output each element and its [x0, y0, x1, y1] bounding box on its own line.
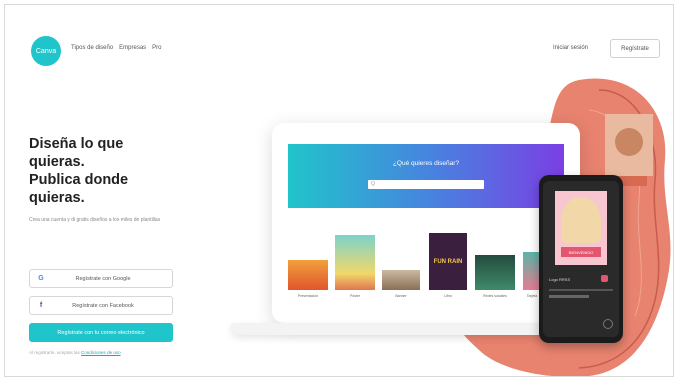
thumb-social[interactable]	[475, 255, 515, 290]
nav-item-pro[interactable]: Pro	[152, 45, 161, 51]
google-signup-label: Regístrate con Google	[75, 275, 131, 282]
thumb-book[interactable]: FUN RAIN	[429, 233, 467, 290]
phone-card: BIENVENIDO	[555, 191, 607, 265]
terms-text: Al registrarte, aceptas las Condiciones …	[29, 350, 121, 355]
headline-line-1: Diseña lo que	[29, 136, 124, 152]
hero-headline: Diseña lo que quieras. Publica donde qui…	[29, 135, 179, 207]
thumb-poster[interactable]	[335, 235, 375, 290]
page-frame: Canva Tipos de diseño Empresas Pro Inici…	[4, 4, 674, 377]
phone-home-icon[interactable]	[603, 319, 613, 329]
thumb-presentation[interactable]	[288, 260, 328, 290]
thumb-label-presentation: Presentación	[297, 294, 319, 298]
top-nav: Tipos de diseño Empresas Pro	[71, 45, 162, 51]
phone-divider	[549, 289, 613, 291]
laptop-base	[231, 323, 571, 335]
nav-item-design-types[interactable]: Tipos de diseño	[71, 45, 113, 51]
headline-line-3: Publica donde	[29, 172, 129, 188]
logo-text: Canva	[35, 47, 57, 55]
phone-mockup: BIENVENIDO Logo RRSS	[539, 175, 623, 343]
design-banner: ¿Qué quieres diseñar? Q	[288, 144, 564, 208]
facebook-icon: f	[39, 302, 43, 309]
phone-color-swatch[interactable]	[601, 275, 608, 282]
google-signup-button[interactable]: G Regístrate con Google	[29, 269, 173, 288]
canva-logo[interactable]: Canva	[31, 36, 61, 66]
thumb-label-poster: Póster	[349, 294, 361, 298]
phone-label: Logo RRSS	[549, 277, 571, 282]
blob-photo-subject	[615, 128, 643, 156]
design-search-input[interactable]: Q	[368, 180, 484, 189]
hero-subtext: Crea una cuenta y di gratis diseños a lo…	[29, 217, 161, 223]
thumb-label-social: Redes sociales	[483, 294, 507, 298]
thumb-banner[interactable]	[382, 270, 420, 290]
headline-line-2: quieras.	[29, 154, 85, 170]
thumb-label-book: Libro	[444, 294, 452, 298]
nav-item-companies[interactable]: Empresas	[119, 45, 146, 51]
phone-dog-image	[561, 197, 601, 243]
thumb-label-banner: Banner	[395, 294, 407, 298]
email-signup-button[interactable]: Regístrate con tu correo electrónico	[29, 323, 173, 342]
google-icon: G	[38, 275, 44, 282]
headline-line-4: quieras.	[29, 190, 85, 206]
terms-link[interactable]: Condiciones de uso	[81, 350, 121, 355]
phone-toolbar	[549, 295, 589, 298]
login-link[interactable]: Iniciar sesión	[553, 45, 588, 51]
banner-title: ¿Qué quieres diseñar?	[392, 160, 460, 167]
facebook-signup-label: Regístrate con Facebook	[72, 302, 134, 309]
terms-prefix: Al registrarte, aceptas las	[29, 350, 80, 355]
facebook-signup-button[interactable]: f Regístrate con Facebook	[29, 296, 173, 315]
phone-screen: BIENVENIDO Logo RRSS	[543, 181, 619, 337]
phone-card-label: BIENVENIDO	[561, 247, 601, 257]
register-button[interactable]: Regístrate	[610, 39, 660, 58]
